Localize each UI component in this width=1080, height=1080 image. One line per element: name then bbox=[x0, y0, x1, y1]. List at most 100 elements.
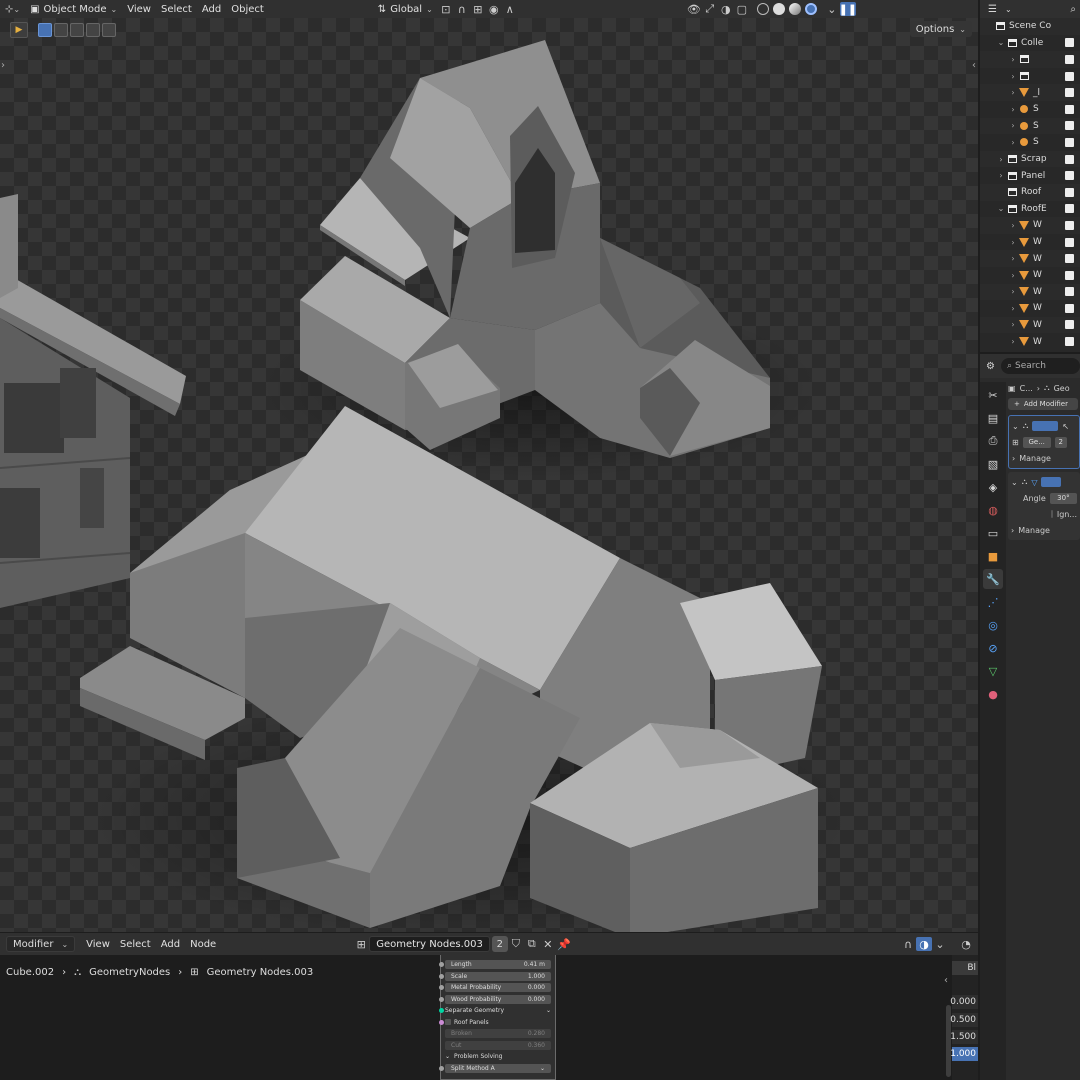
select-invert-icon[interactable] bbox=[86, 23, 100, 37]
exclude-checkbox[interactable] bbox=[1065, 71, 1074, 81]
outliner-row[interactable]: › S bbox=[980, 117, 1080, 135]
scene-tab-icon[interactable]: ◈ bbox=[983, 477, 1003, 497]
collapsed-chevron-icon[interactable]: › bbox=[1008, 105, 1018, 114]
ignore-checkbox[interactable] bbox=[1051, 510, 1053, 518]
expanded-chevron-icon[interactable]: ⌄ bbox=[996, 38, 1006, 47]
node-field-metal-probability[interactable]: Metal Probability 0.000 bbox=[439, 982, 551, 994]
outliner-row[interactable]: › W bbox=[980, 267, 1080, 284]
properties-editor-icon[interactable]: ⚙ bbox=[986, 361, 995, 372]
collapse-chevron-icon[interactable]: ⌄ bbox=[1012, 422, 1019, 431]
select-intersect-icon[interactable] bbox=[102, 23, 116, 37]
node-field-scale[interactable]: Scale 1.000 bbox=[439, 971, 551, 983]
view-layer-tab-icon[interactable]: ▧ bbox=[983, 454, 1003, 474]
pause-icon[interactable]: ❚❚ bbox=[839, 2, 857, 16]
close-icon[interactable]: ✕ bbox=[540, 937, 556, 951]
sidebar-value-1[interactable]: 0.500 bbox=[950, 1013, 978, 1027]
data-tab-icon[interactable]: ▽ bbox=[983, 661, 1003, 681]
physics-tab-icon[interactable]: ◎ bbox=[983, 615, 1003, 635]
sidebar-collapse-icon[interactable]: ‹ bbox=[944, 975, 948, 986]
options-dropdown[interactable]: Options ⌄ bbox=[909, 21, 972, 37]
editor-type-button[interactable]: ⊹ ⌄ bbox=[0, 1, 25, 17]
collapsed-chevron-icon[interactable]: › bbox=[1008, 254, 1018, 263]
modifier-tab-icon[interactable]: 🔧 bbox=[983, 569, 1003, 589]
node-menu-node[interactable]: Node bbox=[185, 936, 221, 952]
modifier-toggle-field[interactable] bbox=[1041, 477, 1062, 487]
outliner-row[interactable]: Roof bbox=[980, 183, 1080, 201]
sidebar-value-0[interactable]: 0.000 bbox=[950, 995, 978, 1009]
add-modifier-button[interactable]: + Add Modifier bbox=[1008, 398, 1078, 410]
exclude-checkbox[interactable] bbox=[1065, 320, 1074, 330]
group-input-node[interactable]: Length 0.41 m Scale 1.000 Metal Probabilit… bbox=[439, 955, 556, 1080]
collapsed-chevron-icon[interactable]: › bbox=[1008, 72, 1018, 81]
sidebar-value-3[interactable]: 1.000 bbox=[950, 1047, 978, 1061]
visibility-icon[interactable]: 👁 bbox=[686, 2, 702, 16]
node-field-length[interactable]: Length 0.41 m bbox=[439, 959, 551, 971]
collection-tab-icon[interactable]: ▭ bbox=[983, 523, 1003, 543]
select-new-icon[interactable] bbox=[38, 23, 52, 37]
collapsed-chevron-icon[interactable]: › bbox=[1008, 221, 1018, 230]
collapsed-chevron-icon[interactable]: › bbox=[996, 155, 1006, 164]
collapsed-chevron-icon[interactable]: › bbox=[1008, 121, 1018, 130]
node-group-field[interactable]: Ge... bbox=[1022, 436, 1051, 448]
float-socket[interactable] bbox=[439, 973, 444, 979]
exclude-checkbox[interactable] bbox=[1065, 38, 1074, 48]
outliner-editor-icon[interactable]: ☰ bbox=[988, 4, 997, 15]
exclude-checkbox[interactable] bbox=[1065, 270, 1074, 280]
node-menu-view[interactable]: View bbox=[81, 936, 115, 952]
toolbar-expand-icon[interactable]: › bbox=[1, 60, 5, 71]
node-menu-add[interactable]: Add bbox=[156, 936, 185, 952]
outliner-row[interactable]: › W bbox=[980, 234, 1080, 251]
exclude-checkbox[interactable] bbox=[1065, 137, 1074, 147]
snap-target-icon[interactable]: ⊞ bbox=[470, 2, 486, 16]
menu-add[interactable]: Add bbox=[197, 1, 226, 17]
outliner-row[interactable]: › Panel bbox=[980, 167, 1080, 184]
constraints-tab-icon[interactable]: ⊘ bbox=[983, 638, 1003, 658]
modifier-name-field[interactable] bbox=[1032, 421, 1059, 431]
world-tab-icon[interactable]: ◍ bbox=[983, 500, 1003, 520]
object-tab-icon[interactable]: ■ bbox=[983, 546, 1003, 566]
exclude-checkbox[interactable] bbox=[1065, 204, 1074, 214]
exclude-checkbox[interactable] bbox=[1065, 220, 1074, 230]
outliner-row[interactable]: › W bbox=[980, 300, 1080, 317]
manage-subpanel-2[interactable]: › Manage bbox=[1011, 522, 1077, 538]
collapsed-chevron-icon[interactable]: › bbox=[1008, 337, 1018, 346]
outliner-row[interactable]: › bbox=[980, 51, 1080, 68]
gizmo-icon[interactable]: ⤢ bbox=[702, 2, 718, 16]
filter-chevron-icon[interactable]: ⌄ bbox=[1005, 5, 1012, 14]
snap-icon[interactable]: ∩ bbox=[900, 937, 916, 951]
xray-icon[interactable]: ▢ bbox=[734, 2, 750, 16]
material-tab-icon[interactable]: ● bbox=[983, 684, 1003, 704]
exclude-checkbox[interactable] bbox=[1065, 171, 1074, 181]
properties-search[interactable]: ⌕ Search bbox=[1000, 358, 1080, 374]
collapsed-chevron-icon[interactable]: › bbox=[1008, 88, 1018, 97]
mode-dropdown[interactable]: ▣ Object Mode ⌄ bbox=[25, 1, 122, 17]
node-tree-users[interactable]: 2 bbox=[491, 936, 508, 952]
pivot-icon[interactable]: ⊡ bbox=[438, 2, 454, 16]
realtime-toggle-icon[interactable]: ▽ bbox=[1031, 478, 1037, 487]
exclude-checkbox[interactable] bbox=[1065, 237, 1074, 247]
exclude-checkbox[interactable] bbox=[1065, 154, 1074, 164]
outliner-search-icon[interactable]: ⌕ bbox=[1070, 4, 1076, 15]
exclude-checkbox[interactable] bbox=[1065, 121, 1074, 131]
outliner-row[interactable]: Scene Co bbox=[980, 18, 1080, 35]
geometry-socket[interactable] bbox=[439, 1008, 444, 1014]
outliner-row[interactable]: › Scrap bbox=[980, 150, 1080, 168]
float-socket[interactable] bbox=[439, 985, 444, 991]
overlay-icon[interactable]: ◑ bbox=[916, 937, 932, 951]
collapse-chevron-icon[interactable]: ⌄ bbox=[1011, 478, 1018, 487]
collapsed-chevron-icon[interactable]: › bbox=[996, 171, 1006, 180]
collapsed-chevron-icon[interactable]: › bbox=[1008, 138, 1018, 147]
exclude-checkbox[interactable] bbox=[1065, 337, 1074, 347]
snap-icon[interactable]: ∩ bbox=[454, 2, 470, 16]
roof-panels-checkbox[interactable] bbox=[445, 1019, 451, 1026]
menu-object[interactable]: Object bbox=[226, 1, 269, 17]
roof-panels-row[interactable]: Roof Panels bbox=[439, 1017, 551, 1029]
collapsed-chevron-icon[interactable]: › bbox=[1008, 55, 1018, 64]
solid-shading-icon[interactable] bbox=[772, 3, 785, 15]
collapsed-chevron-icon[interactable]: › bbox=[1008, 320, 1018, 329]
overlay-chevron-icon[interactable]: ⌄ bbox=[932, 937, 948, 951]
outliner-row[interactable]: › W bbox=[980, 217, 1080, 234]
wireframe-shading-icon[interactable] bbox=[756, 3, 769, 15]
exclude-checkbox[interactable] bbox=[1065, 287, 1074, 297]
outliner-row[interactable]: › W bbox=[980, 250, 1080, 267]
